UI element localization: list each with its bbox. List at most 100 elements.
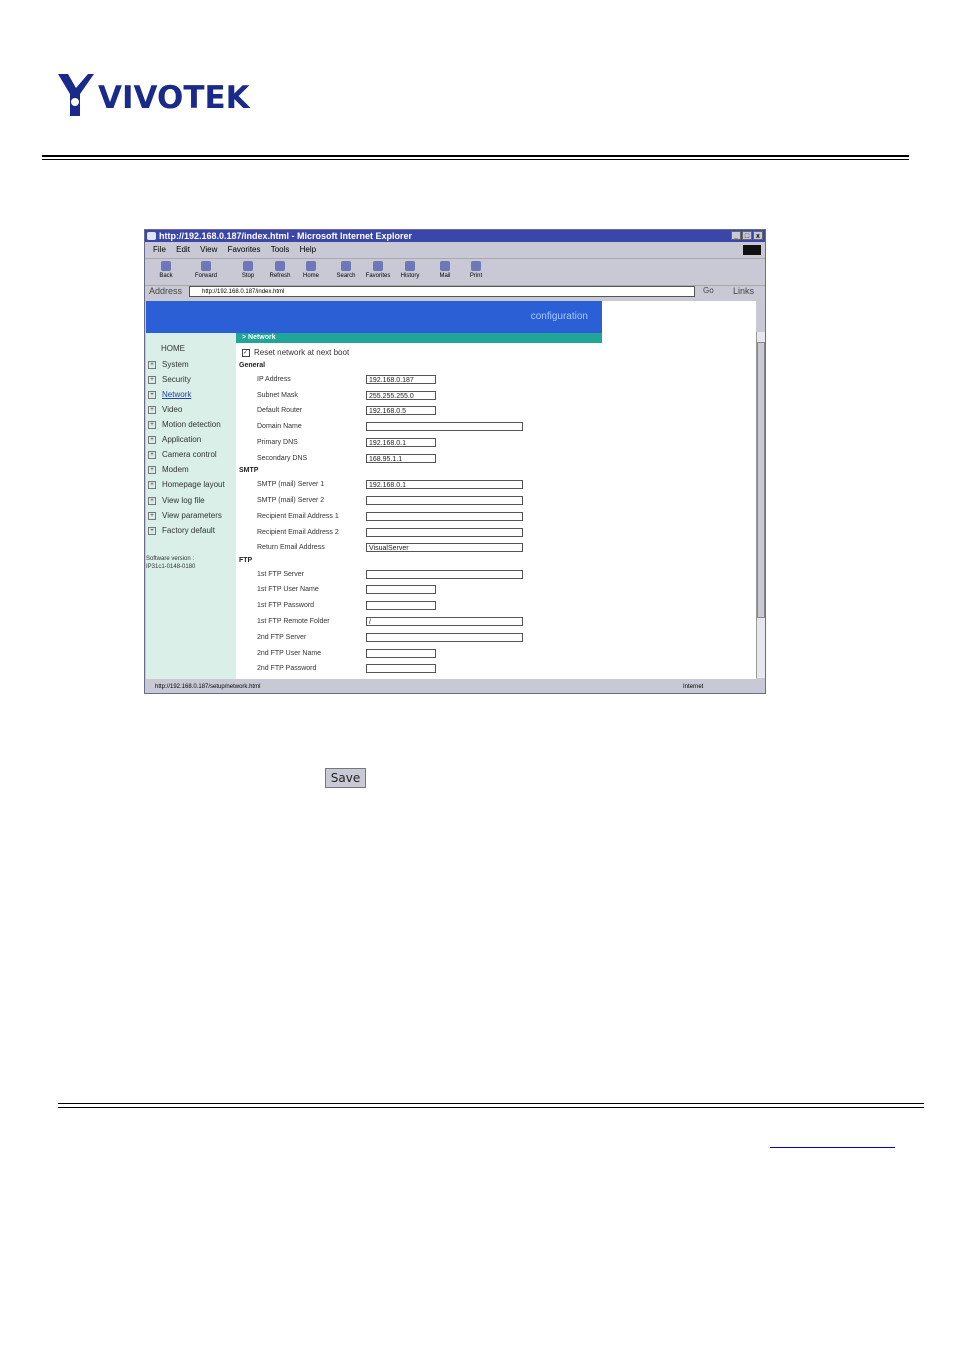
toolbar-print-button[interactable]: Print [461, 261, 491, 279]
ftp2-username-input[interactable] [366, 649, 436, 658]
primary-dns-input[interactable]: 192.168.0.1 [366, 438, 436, 447]
field-label: 2nd FTP Server [257, 634, 307, 641]
checkbox-icon: ✓ [242, 348, 250, 357]
smtp-server-1-input[interactable]: 192.168.0.1 [366, 480, 523, 489]
toolbar-stop-button[interactable]: Stop [233, 261, 263, 279]
recipient-email-2-input[interactable] [366, 528, 523, 537]
header-rule-bottom [42, 159, 909, 160]
toolbar-mail-button[interactable]: Mail [430, 261, 460, 279]
close-button[interactable]: x [753, 231, 763, 240]
address-input[interactable]: http://192.168.0.187/index.html [189, 286, 695, 297]
logo-mark-icon [58, 74, 94, 116]
expand-icon: + [148, 496, 156, 505]
home-icon [306, 261, 316, 271]
toolbar-history-button[interactable]: History [395, 261, 425, 279]
nav-item-modem[interactable]: + Modem [148, 465, 189, 474]
secondary-dns-input[interactable]: 168.95.1.1 [366, 454, 436, 463]
smtp-server-2-input[interactable] [366, 496, 523, 505]
toolbar-favorites-button[interactable]: Favorites [363, 261, 393, 279]
nav-item-view-parameters[interactable]: + View parameters [148, 511, 222, 520]
search-icon [341, 261, 351, 271]
logo-text: VIVOTEK [98, 80, 250, 116]
scrollbar-thumb[interactable] [757, 342, 765, 618]
toolbar-search-button[interactable]: Search [331, 261, 361, 279]
menu-file[interactable]: File [153, 245, 166, 254]
expand-icon: + [148, 390, 156, 399]
expand-icon: + [148, 450, 156, 459]
expand-icon: + [148, 480, 156, 489]
field-label: Domain Name [257, 423, 302, 430]
status-zone: Internet [683, 684, 704, 690]
ip-address-input[interactable]: 192.168.0.187 [366, 375, 436, 384]
ftp2-server-input[interactable] [366, 633, 523, 642]
forward-icon [201, 261, 211, 271]
nav-item-motion-detection[interactable]: + Motion detection [148, 420, 221, 429]
page-scrollbar[interactable] [756, 332, 765, 678]
field-label: 1st FTP Server [257, 571, 304, 578]
menu-favorites[interactable]: Favorites [228, 245, 261, 254]
config-banner: configuration [146, 301, 602, 333]
browser-statusbar: http://192.168.0.187/setup/network.html … [145, 681, 765, 693]
subnet-mask-input[interactable]: 255.255.255.0 [366, 391, 436, 400]
left-nav: HOME + System + Security + Network + Video +… [146, 333, 236, 679]
toolbar-forward-button[interactable]: Forward [191, 261, 221, 279]
expand-icon: + [148, 360, 156, 369]
address-label: Address [149, 286, 183, 296]
window-controls: _ □ x [731, 231, 763, 240]
windows-flag-icon [743, 245, 761, 255]
stop-icon [243, 261, 253, 271]
expand-icon: + [148, 435, 156, 444]
browser-menubar: File Edit View Favorites Tools Help [145, 243, 765, 257]
nav-item-homepage-layout[interactable]: + Homepage layout [148, 480, 225, 489]
section-title: > Network [236, 333, 602, 343]
domain-name-input[interactable] [366, 422, 523, 431]
reset-network-checkbox[interactable]: ✓ Reset network at next boot [242, 348, 349, 357]
field-label: SMTP (mail) Server 2 [257, 497, 325, 504]
header-rule-top [42, 155, 909, 157]
menu-view[interactable]: View [200, 245, 217, 254]
menu-edit[interactable]: Edit [176, 245, 190, 254]
nav-item-network[interactable]: + Network [148, 390, 191, 399]
nav-home[interactable]: HOME [161, 344, 185, 353]
default-router-input[interactable]: 192.168.0.5 [366, 406, 436, 415]
menu-help[interactable]: Help [300, 245, 316, 254]
mail-icon [440, 261, 450, 271]
field-label: 1st FTP User Name [257, 586, 319, 593]
smtp-header: SMTP [239, 467, 259, 474]
nav-item-video[interactable]: + Video [148, 405, 182, 414]
footer-rule-top [58, 1103, 924, 1104]
status-url: http://192.168.0.187/setup/network.html [155, 684, 261, 690]
nav-item-camera-control[interactable]: + Camera control [148, 450, 217, 459]
ftp1-password-input[interactable] [366, 601, 436, 610]
nav-item-factory-default[interactable]: + Factory default [148, 526, 215, 535]
page-content: configuration HOME + System + Security + Ne… [146, 301, 756, 679]
field-label: IP Address [257, 376, 291, 383]
field-label: Secondary DNS [257, 455, 308, 462]
nav-item-application[interactable]: + Application [148, 435, 201, 444]
nav-item-system[interactable]: + System [148, 360, 189, 369]
ftp1-username-input[interactable] [366, 585, 436, 594]
ftp1-remote-folder-input[interactable]: / [366, 617, 523, 626]
toolbar-refresh-button[interactable]: Refresh [265, 261, 295, 279]
maximize-button[interactable]: □ [742, 231, 752, 240]
toolbar-home-button[interactable]: Home [296, 261, 326, 279]
links-button[interactable]: Links [733, 286, 754, 296]
return-email-input[interactable]: VisualServer [366, 543, 523, 552]
minimize-button[interactable]: _ [731, 231, 741, 240]
vivotek-logo: VIVOTEK [56, 72, 266, 120]
menu-tools[interactable]: Tools [271, 245, 290, 254]
field-label: Subnet Mask [257, 392, 298, 399]
recipient-email-1-input[interactable] [366, 512, 523, 521]
footer-rule-bottom [58, 1107, 924, 1108]
footer-link[interactable] [770, 1147, 895, 1148]
field-label: 2nd FTP Password [257, 665, 317, 672]
ftp2-password-input[interactable] [366, 664, 436, 673]
ftp1-server-input[interactable] [366, 570, 523, 579]
go-button[interactable]: Go [703, 286, 714, 295]
nav-item-view-log-file[interactable]: + View log file [148, 496, 205, 505]
field-label: Recipient Email Address 1 [257, 513, 339, 520]
toolbar-back-button[interactable]: Back [151, 261, 181, 279]
save-button[interactable]: Save [325, 768, 366, 788]
expand-icon: + [148, 375, 156, 384]
nav-item-security[interactable]: + Security [148, 375, 191, 384]
